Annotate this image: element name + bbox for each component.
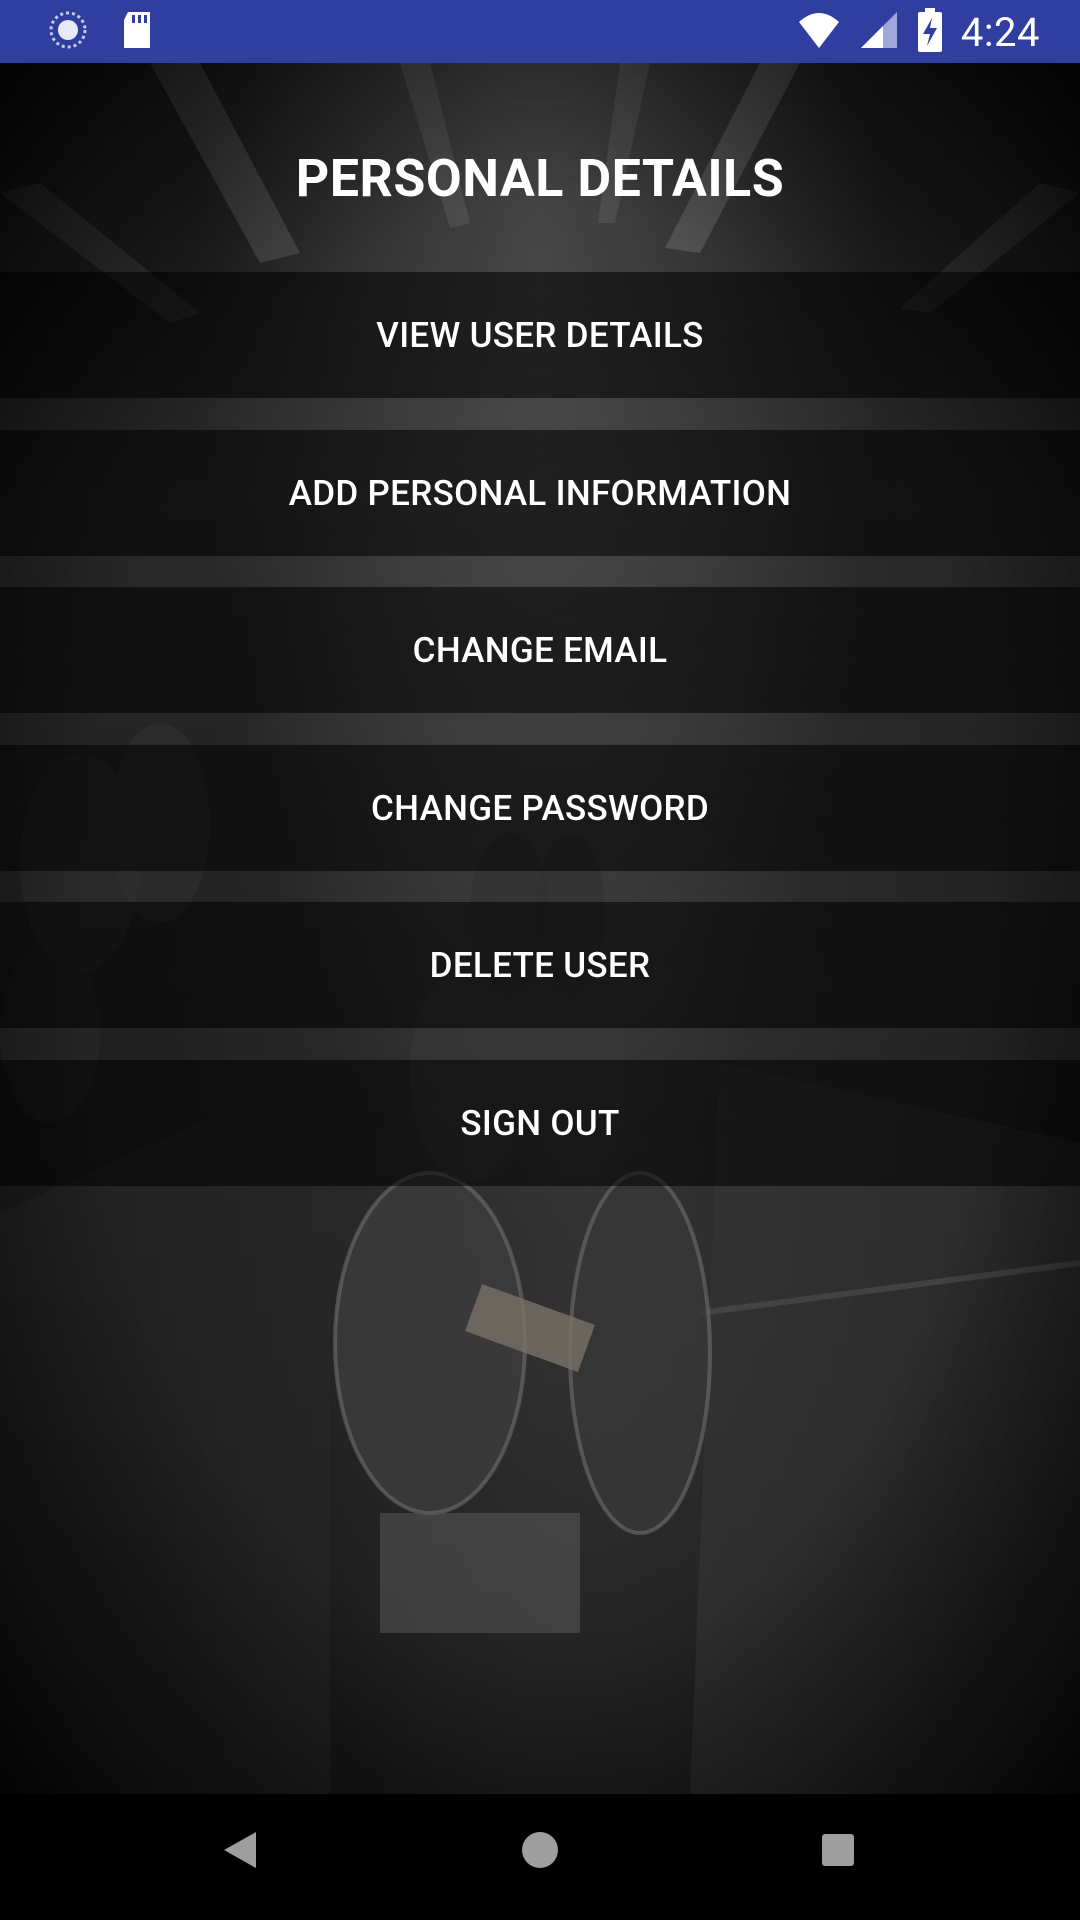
- home-icon[interactable]: [520, 1830, 560, 1874]
- change-email-button[interactable]: CHANGE EMAIL: [0, 587, 1080, 713]
- screen: 4:24 PERSONAL DETAILS VIEW USER DETAILS …: [0, 0, 1080, 1920]
- sync-icon: [48, 10, 88, 54]
- recents-icon[interactable]: [820, 1830, 856, 1874]
- navigation-bar: [0, 1794, 1080, 1920]
- view-user-details-button[interactable]: VIEW USER DETAILS: [0, 272, 1080, 398]
- delete-user-button[interactable]: DELETE USER: [0, 902, 1080, 1028]
- status-bar: 4:24: [0, 0, 1080, 63]
- sign-out-button[interactable]: SIGN OUT: [0, 1060, 1080, 1186]
- battery-charging-icon: [917, 8, 943, 56]
- wifi-icon: [797, 10, 841, 54]
- back-icon[interactable]: [222, 1830, 258, 1874]
- add-personal-information-button[interactable]: ADD PERSONAL INFORMATION: [0, 430, 1080, 556]
- status-time: 4:24: [960, 8, 1040, 56]
- cell-signal-icon: [859, 10, 899, 54]
- change-password-button[interactable]: CHANGE PASSWORD: [0, 745, 1080, 871]
- page-title: PERSONAL DETAILS: [295, 148, 785, 209]
- sd-card-icon: [120, 10, 154, 54]
